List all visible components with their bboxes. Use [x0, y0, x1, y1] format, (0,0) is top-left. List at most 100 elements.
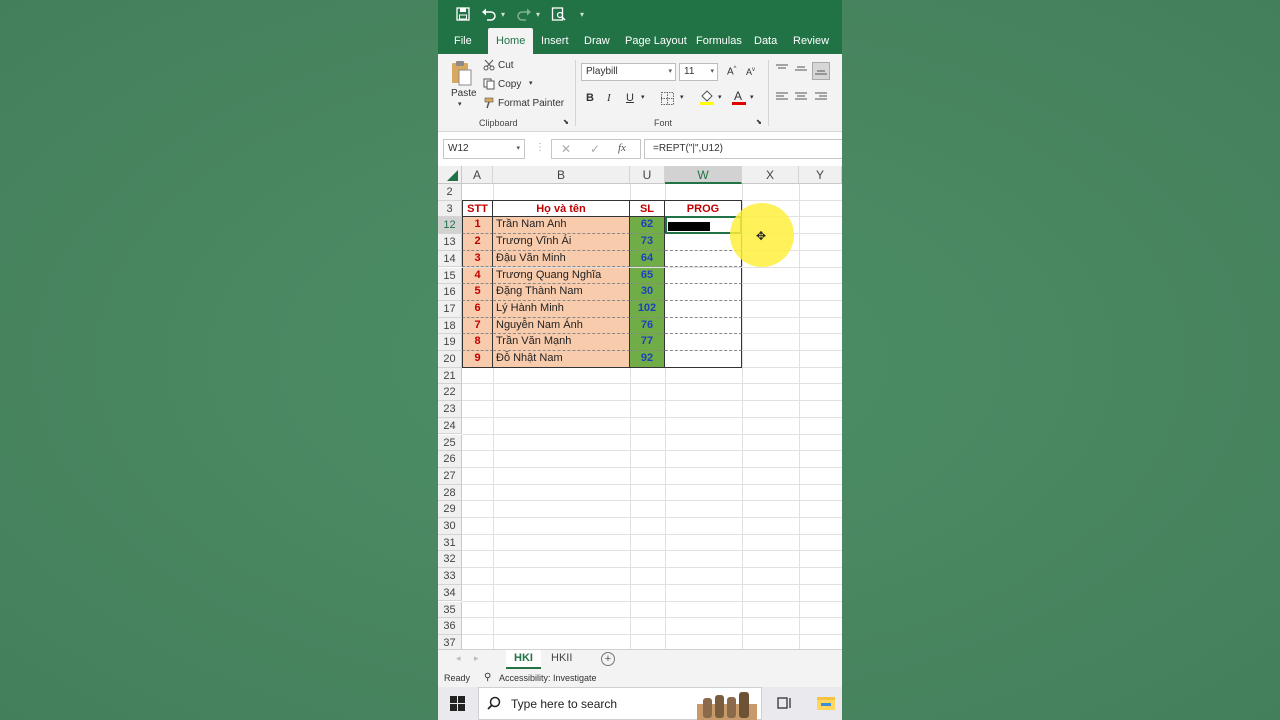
cell-stt[interactable]: 6: [462, 300, 493, 318]
bold-button[interactable]: B: [586, 92, 594, 104]
save-icon[interactable]: [452, 3, 474, 25]
header-sl[interactable]: SL: [630, 200, 665, 217]
tab-file[interactable]: File: [454, 28, 472, 54]
windows-start-icon[interactable]: [450, 696, 465, 716]
cell-sl[interactable]: 73: [630, 234, 665, 251]
font-family-combo[interactable]: Playbill ▾: [581, 63, 676, 81]
row-header-3[interactable]: 3: [438, 200, 462, 218]
copy-icon[interactable]: [483, 78, 495, 90]
clipboard-launcher-icon[interactable]: ⬊: [563, 118, 569, 126]
sheet-tab-hki[interactable]: HKI: [506, 650, 541, 669]
undo-dropdown-icon[interactable]: ▾: [501, 10, 505, 19]
next-sheet-icon[interactable]: ▸: [474, 653, 479, 664]
row-header-2[interactable]: 2: [438, 184, 462, 201]
undo-icon[interactable]: [478, 3, 500, 25]
tab-draw[interactable]: Draw: [584, 28, 610, 54]
column-header-u[interactable]: U: [630, 166, 665, 184]
cell-name[interactable]: Lý Hành Minh: [493, 300, 630, 318]
copy-dropdown-icon[interactable]: ▾: [529, 79, 533, 87]
cell-sl[interactable]: 102: [630, 300, 665, 318]
row-header-13[interactable]: 13: [438, 234, 462, 251]
row-header-24[interactable]: 24: [438, 417, 462, 435]
column-header-y[interactable]: Y: [799, 166, 842, 184]
row-header-19[interactable]: 19: [438, 334, 462, 351]
row-header-30[interactable]: 30: [438, 518, 462, 535]
fill-color-dropdown-icon[interactable]: ▾: [718, 93, 722, 101]
accessibility-icon[interactable]: ⚲: [484, 672, 491, 683]
bottom-align-icon[interactable]: [812, 62, 830, 80]
cell-name[interactable]: Đặng Thành Nam: [493, 284, 630, 301]
taskbar-search-box[interactable]: Type here to search: [478, 687, 762, 720]
align-right-icon[interactable]: [815, 92, 827, 102]
borders-icon[interactable]: [660, 91, 674, 105]
sheet-tab-hkii[interactable]: HKII: [543, 650, 580, 669]
cell-prog[interactable]: [665, 267, 742, 285]
header-prog[interactable]: PROG: [665, 200, 742, 217]
tab-page-layout[interactable]: Page Layout: [625, 28, 687, 54]
row-header-21[interactable]: 21: [438, 367, 462, 385]
increase-font-icon[interactable]: A^: [727, 66, 737, 77]
cell-stt[interactable]: 1: [462, 217, 493, 235]
row-header-32[interactable]: 32: [438, 551, 462, 569]
cell-prog[interactable]: [665, 250, 742, 268]
paste-dropdown-icon[interactable]: ▾: [458, 100, 462, 108]
accessibility-status[interactable]: Accessibility: Investigate: [499, 673, 597, 683]
row-header-27[interactable]: 27: [438, 467, 462, 485]
column-header-a[interactable]: A: [462, 166, 493, 184]
middle-align-icon[interactable]: [795, 64, 807, 74]
copy-button[interactable]: Copy: [498, 79, 521, 90]
row-header-33[interactable]: 33: [438, 568, 462, 585]
cell-stt[interactable]: 9: [462, 351, 493, 368]
cell-name[interactable]: Nguyễn Nam Ánh: [493, 317, 630, 335]
select-all-corner[interactable]: [438, 166, 462, 184]
column-header-b[interactable]: B: [493, 166, 630, 184]
font-color-dropdown-icon[interactable]: ▾: [750, 93, 754, 101]
tab-home[interactable]: Home: [488, 28, 534, 54]
cell-sl[interactable]: 30: [630, 284, 665, 301]
font-size-combo[interactable]: 11 ▾: [679, 63, 718, 81]
cell-stt[interactable]: 2: [462, 234, 493, 251]
underline-button[interactable]: U: [626, 92, 634, 104]
cell-name[interactable]: Trần Nam Anh: [493, 217, 630, 235]
row-header-26[interactable]: 26: [438, 451, 462, 468]
cell-prog[interactable]: [665, 317, 742, 335]
tab-formulas[interactable]: Formulas: [696, 28, 742, 54]
borders-dropdown-icon[interactable]: ▾: [680, 93, 684, 101]
row-header-35[interactable]: 35: [438, 601, 462, 619]
cell-prog[interactable]: [665, 284, 742, 301]
cut-icon[interactable]: [483, 59, 495, 71]
format-painter-icon[interactable]: [483, 97, 495, 109]
row-header-17[interactable]: 17: [438, 300, 462, 318]
cell-stt[interactable]: 3: [462, 250, 493, 268]
cell-name[interactable]: Trương Quang Nghĩa: [493, 267, 630, 285]
header-stt[interactable]: STT: [462, 200, 493, 217]
cell-stt[interactable]: 7: [462, 317, 493, 335]
enter-icon[interactable]: ✓: [590, 142, 600, 156]
paste-icon[interactable]: [450, 58, 472, 88]
cell-stt[interactable]: 4: [462, 267, 493, 285]
italic-button[interactable]: I: [607, 92, 611, 104]
cell-name[interactable]: Trần Văn Mạnh: [493, 334, 630, 351]
align-left-icon[interactable]: [776, 92, 788, 102]
cell-stt[interactable]: 5: [462, 284, 493, 301]
cell-prog[interactable]: [665, 351, 742, 368]
cell-sl[interactable]: 76: [630, 317, 665, 335]
cell-sl[interactable]: 64: [630, 250, 665, 268]
top-align-icon[interactable]: [776, 64, 788, 74]
header-name[interactable]: Họ và tên: [493, 200, 630, 217]
font-launcher-icon[interactable]: ⬊: [756, 118, 762, 126]
cell-sl[interactable]: 65: [630, 267, 665, 285]
insert-function-icon[interactable]: fx: [618, 142, 626, 154]
decrease-font-icon[interactable]: Av: [746, 67, 755, 77]
formula-input[interactable]: =REPT("|",U12): [644, 139, 842, 159]
customize-toolbar-icon[interactable]: ▾: [580, 10, 584, 19]
align-center-icon[interactable]: [795, 92, 807, 102]
cell-sl[interactable]: 92: [630, 351, 665, 368]
cut-button[interactable]: Cut: [498, 60, 514, 71]
row-header-31[interactable]: 31: [438, 534, 462, 552]
cell-stt[interactable]: 8: [462, 334, 493, 351]
redo-icon[interactable]: [513, 3, 535, 25]
cell-name[interactable]: Trương Vĩnh Ái: [493, 234, 630, 251]
tab-data[interactable]: Data: [754, 28, 777, 54]
row-header-12[interactable]: 12: [438, 217, 462, 235]
